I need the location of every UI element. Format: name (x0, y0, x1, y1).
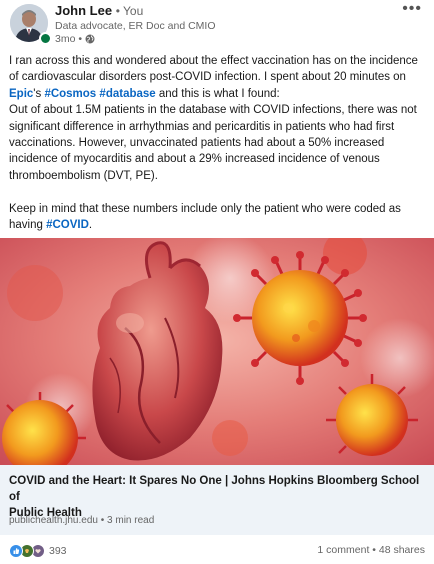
post-line: Keep in mind that these numbers include … (9, 202, 401, 215)
post-text-fragment: 's (33, 87, 45, 100)
globe-icon (85, 34, 95, 44)
shares-count[interactable]: 48 shares (379, 544, 425, 556)
comments-count[interactable]: 1 comment (317, 544, 369, 556)
like-reaction-icon (9, 544, 23, 558)
post-line: significant difference in arrhythmias an… (9, 120, 395, 133)
reaction-count[interactable]: 393 (49, 545, 67, 557)
post-line: thromboembolism (DVT, PE). (9, 169, 158, 182)
post-text-fragment: . (88, 219, 93, 232)
post-line: incidence of myocarditis and about a 29%… (9, 153, 380, 166)
post-line: of cardiovascular disorders post-COVID i… (9, 71, 406, 84)
article-image[interactable] (0, 238, 434, 465)
post-text: I ran across this and wondered about the… (9, 53, 427, 233)
post-line: I ran across this and wondered about the… (9, 55, 418, 67)
author-line: John Lee • You (55, 3, 143, 19)
link-preview-card[interactable]: COVID and the Heart: It Spares No One | … (0, 465, 434, 535)
post-age: 3mo • (55, 33, 83, 45)
post-time: 3mo • (55, 33, 95, 45)
post-text-fragment: having (9, 219, 47, 232)
feed-post: John Lee • You Data advocate, ER Doc and… (0, 0, 434, 564)
social-counts: 393 1 comment • 48 shares (0, 535, 434, 564)
hashtag-covid[interactable]: #COVID (46, 219, 89, 231)
hashtag-cosmos[interactable]: #Cosmos (44, 88, 96, 100)
online-status-indicator (39, 32, 52, 45)
author-relation: • You (115, 4, 144, 18)
post-line: having #COVID. (9, 217, 427, 233)
hashtag-database[interactable]: #database (99, 88, 155, 100)
separator: • (369, 544, 379, 556)
author-headline: Data advocate, ER Doc and CMIO (55, 20, 216, 32)
link-title-line: COVID and the Heart: It Spares No One | … (9, 475, 420, 503)
post-line: Epic's #Cosmos #database and this is wha… (9, 86, 427, 102)
post-line: vaccinations. However, unvaccinated pati… (9, 137, 385, 150)
mention-epic[interactable]: Epic (9, 88, 33, 100)
more-options-icon[interactable]: ••• (402, 0, 422, 18)
post-header: John Lee • You Data advocate, ER Doc and… (0, 0, 434, 48)
post-line: Out of about 1.5M patients in the databa… (9, 104, 417, 117)
link-title[interactable]: COVID and the Heart: It Spares No One | … (9, 473, 427, 521)
reactions-summary[interactable]: 393 (9, 544, 67, 558)
author-name[interactable]: John Lee (55, 3, 112, 18)
post-text-fragment: and this is what I found: (155, 87, 280, 100)
link-source: publichealth.jhu.edu • 3 min read (9, 515, 155, 526)
engagement-counts: 1 comment • 48 shares (317, 544, 425, 556)
